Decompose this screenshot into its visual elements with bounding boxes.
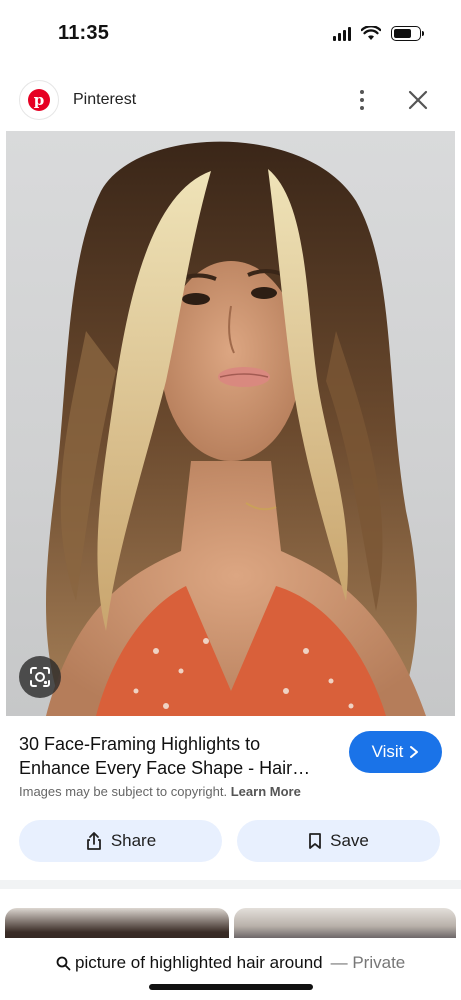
visit-button[interactable]: Visit [349,731,442,773]
site-name[interactable]: Pinterest [73,91,136,109]
pinterest-logo-icon: p [28,89,50,111]
share-button[interactable]: Share [19,820,222,862]
result-title-line-2: Enhance Every Face Shape - Hair… [19,758,311,778]
search-icon [56,956,71,970]
lens-icon [30,667,50,687]
status-bar: 11:35 [0,0,461,70]
save-button[interactable]: Save [237,820,440,862]
status-icons [333,26,424,41]
copyright-notice: Images may be subject to copyright. Lear… [19,784,301,799]
search-query-display[interactable]: picture of highlighted hair around — Pri… [56,953,416,973]
result-title[interactable]: 30 Face-Framing Highlights to Enhance Ev… [19,732,339,780]
status-time: 11:35 [58,22,110,44]
battery-icon [391,26,424,41]
site-logo[interactable]: p [19,80,59,120]
bookmark-icon [309,833,322,849]
visit-label: Visit [371,742,404,761]
visual-search-button[interactable] [19,656,61,698]
section-divider [0,880,461,889]
search-query: picture of highlighted hair around [75,953,323,972]
learn-more-link[interactable]: Learn More [231,784,301,799]
share-label: Share [110,831,157,850]
share-icon [86,832,101,850]
chevron-right-icon [410,746,419,758]
private-label: — Private [330,953,406,972]
wifi-icon [361,26,381,40]
copyright-text: Images may be subject to copyright. [19,784,228,799]
search-bar[interactable]: picture of highlighted hair around — Pri… [0,938,461,1000]
portrait-photo [46,141,426,716]
result-title-line-1: 30 Face-Framing Highlights to [19,734,261,754]
close-icon[interactable] [406,88,430,112]
source-header: p Pinterest [0,76,461,126]
cellular-signal-icon [333,26,351,41]
home-indicator [149,984,313,990]
save-label: Save [330,831,369,850]
more-options-icon[interactable] [352,88,372,112]
result-image[interactable] [6,131,455,716]
